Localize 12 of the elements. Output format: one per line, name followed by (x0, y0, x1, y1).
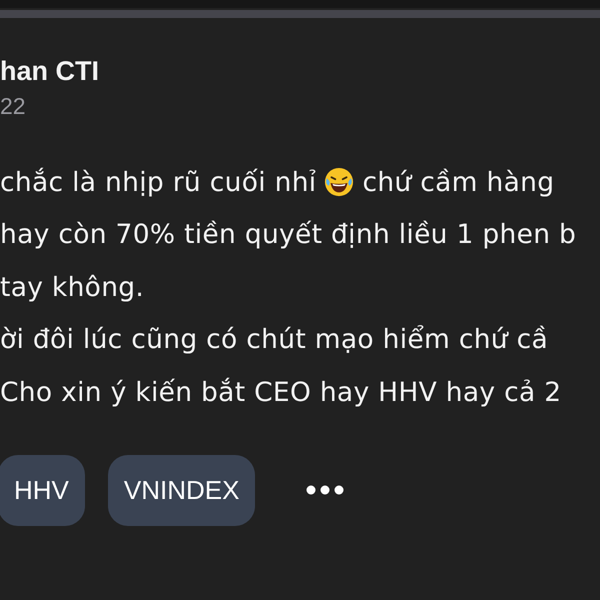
author-name[interactable]: han CTI (0, 56, 99, 87)
post-text: chứ cầm hàng (362, 166, 554, 198)
tag-chip[interactable]: VNINDEX (108, 454, 256, 526)
post-text: tay không. (0, 272, 144, 303)
post-time: 22 (0, 93, 27, 120)
post-text: chắc là nhịp rũ cuối nhỉ (0, 166, 316, 198)
post-text: ời đôi lúc cũng có chút mạo hiểm chứ cầ (0, 324, 548, 356)
more-icon[interactable] (305, 484, 346, 496)
post-text: hay còn 70% tiền quyết định liều 1 phen b (0, 219, 576, 250)
laughing-face-icon (324, 167, 354, 198)
post-text: Cho xin ý kiến bắt CEO hay HHV hay cả 2 (0, 376, 562, 408)
tag-chip[interactable]: HHV (0, 454, 85, 526)
